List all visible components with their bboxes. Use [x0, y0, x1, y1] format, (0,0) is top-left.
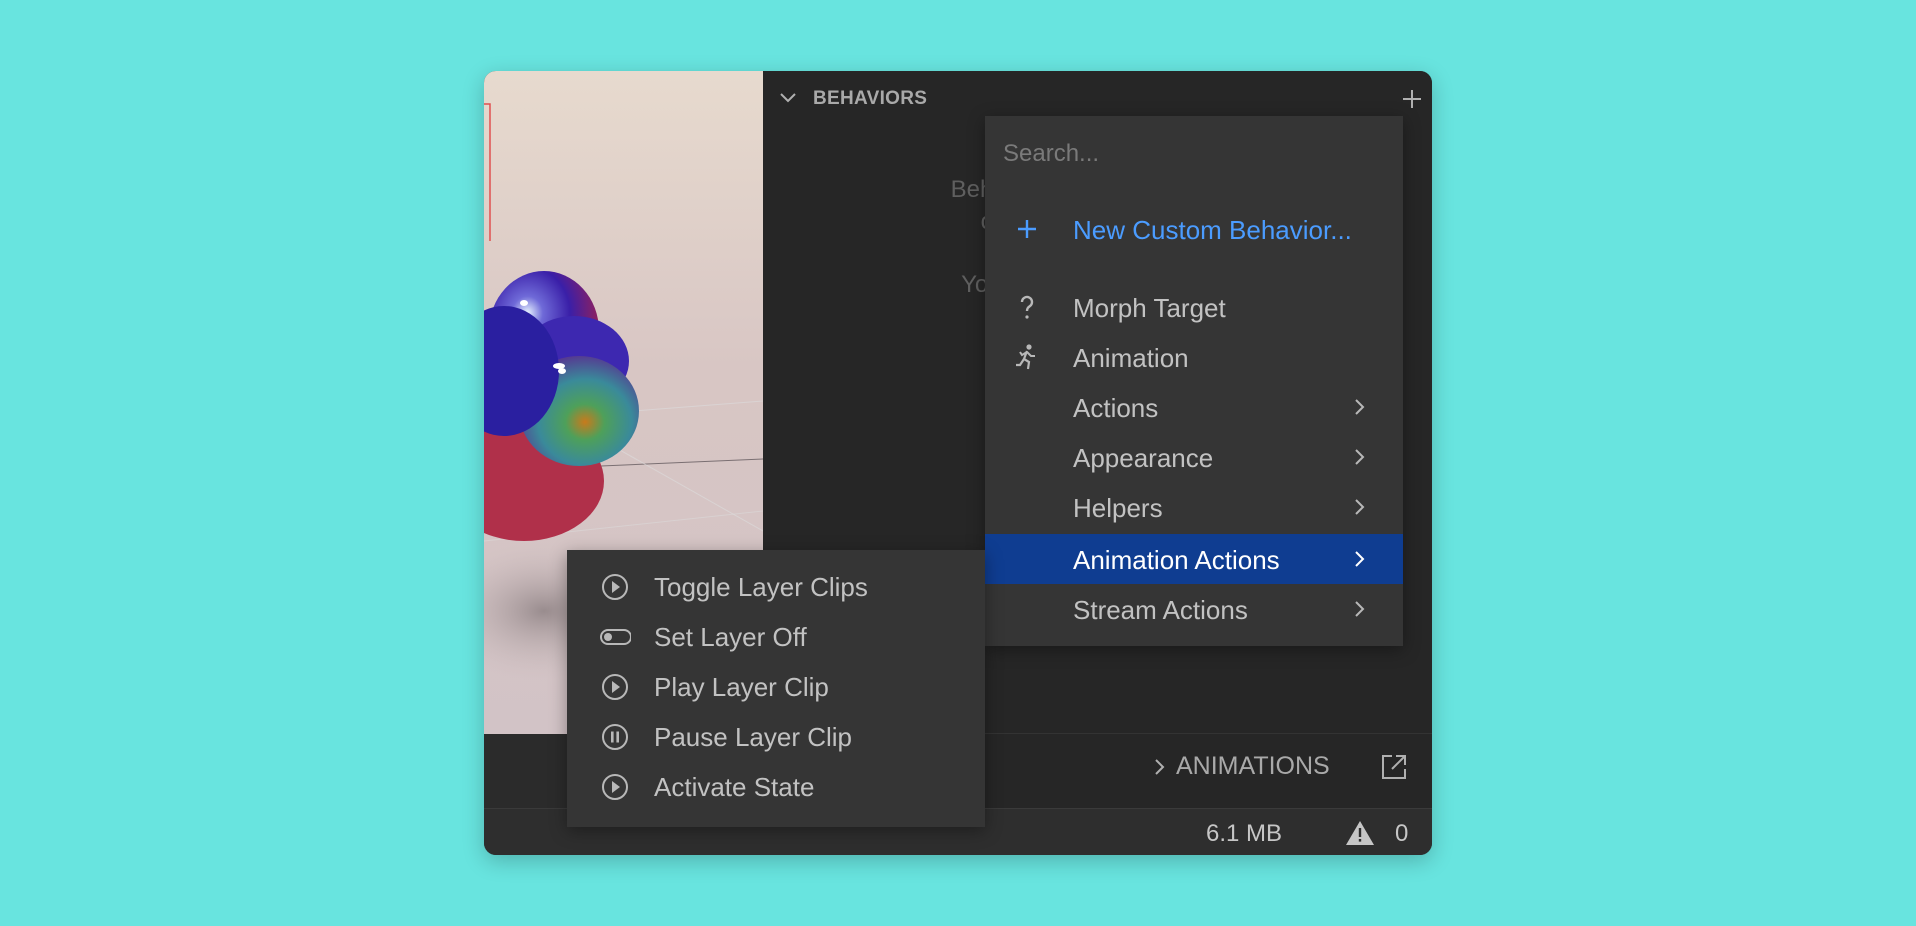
- add-behavior-menu: New Custom Behavior... Morph Target Anim…: [985, 116, 1403, 646]
- menu-item-helpers[interactable]: Helpers: [985, 482, 1403, 532]
- menu-item-label: New Custom Behavior...: [1073, 215, 1352, 245]
- submenu-item-set-layer-off[interactable]: Set Layer Off: [567, 611, 985, 661]
- memory-usage: 6.1 MB: [1206, 820, 1283, 847]
- animations-section-header[interactable]: ANIMATIONS: [1152, 749, 1432, 783]
- menu-item-label: Actions: [1073, 393, 1159, 423]
- warning-count[interactable]: 0: [1395, 820, 1408, 848]
- submenu-item-play-layer-clip[interactable]: Play Layer Clip: [567, 661, 985, 711]
- pause-circle-icon: [602, 724, 628, 750]
- menu-item-label: Morph Target: [1073, 293, 1226, 323]
- menu-item-new-custom-behavior[interactable]: New Custom Behavior...: [985, 204, 1403, 254]
- chevron-right-icon: [1355, 499, 1365, 515]
- plus-icon: [1018, 220, 1036, 238]
- chevron-down-icon[interactable]: [777, 87, 799, 109]
- menu-item-label: Appearance: [1073, 443, 1214, 473]
- chevron-right-icon: [1355, 449, 1365, 465]
- menu-item-animation-actions[interactable]: Animation Actions: [985, 534, 1403, 584]
- menu-item-animation[interactable]: Animation: [985, 332, 1403, 382]
- animation-actions-submenu: Toggle Layer Clips Set Layer Off Play La…: [567, 550, 985, 827]
- submenu-item-label: Activate State: [654, 772, 815, 802]
- question-icon: [1020, 295, 1034, 319]
- toggle-off-icon: [600, 629, 631, 645]
- submenu-item-label: Pause Layer Clip: [654, 722, 852, 752]
- warning-icon[interactable]: [1344, 819, 1376, 847]
- submenu-item-activate-state[interactable]: Activate State: [567, 761, 985, 811]
- menu-item-morph-target[interactable]: Morph Target: [985, 282, 1403, 332]
- menu-item-appearance[interactable]: Appearance: [985, 432, 1403, 482]
- chevron-right-icon[interactable]: [1152, 757, 1168, 777]
- chevron-right-icon: [1355, 399, 1365, 415]
- chevron-right-icon: [1355, 601, 1365, 617]
- running-person-icon: [1016, 344, 1035, 370]
- add-behavior-icon[interactable]: [1398, 85, 1426, 113]
- submenu-item-label: Set Layer Off: [654, 622, 807, 652]
- behavior-search-input[interactable]: [1001, 136, 1385, 172]
- play-circle-icon: [602, 674, 628, 700]
- animations-label: ANIMATIONS: [1176, 752, 1330, 780]
- submenu-item-toggle-layer-clips[interactable]: Toggle Layer Clips: [567, 561, 985, 611]
- menu-item-label: Stream Actions: [1073, 595, 1248, 625]
- menu-item-label: Animation Actions: [1073, 545, 1280, 575]
- submenu-item-pause-layer-clip[interactable]: Pause Layer Clip: [567, 711, 985, 761]
- submenu-item-label: Toggle Layer Clips: [654, 572, 868, 602]
- menu-item-label: Helpers: [1073, 493, 1163, 523]
- panel-title: BEHAVIORS: [813, 88, 928, 109]
- play-circle-icon: [602, 574, 628, 600]
- menu-item-label: Animation: [1073, 343, 1189, 373]
- play-circle-icon: [602, 774, 628, 800]
- submenu-item-label: Play Layer Clip: [654, 672, 829, 702]
- chevron-right-icon: [1355, 551, 1365, 567]
- external-link-icon[interactable]: [1380, 753, 1408, 781]
- menu-item-actions[interactable]: Actions: [985, 382, 1403, 432]
- menu-item-stream-actions[interactable]: Stream Actions: [985, 584, 1403, 634]
